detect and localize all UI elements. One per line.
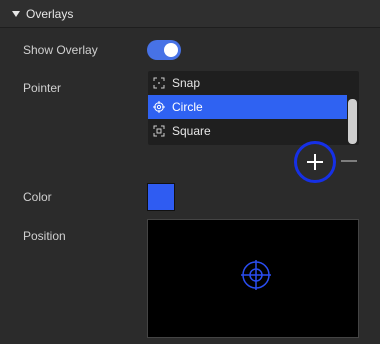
minus-icon[interactable] [340, 152, 358, 170]
plus-icon [307, 154, 323, 170]
collapse-triangle-icon[interactable] [12, 10, 20, 17]
position-pad[interactable] [147, 219, 359, 338]
show-overlay-toggle[interactable] [147, 40, 181, 60]
color-label: Color [23, 190, 52, 204]
show-overlay-label: Show Overlay [23, 43, 98, 57]
square-target-icon [153, 125, 165, 137]
pointer-option-circle[interactable]: Circle [148, 95, 347, 119]
section-title: Overlays [26, 6, 74, 21]
crosshair-circle-icon [153, 101, 165, 113]
snap-icon [153, 77, 165, 89]
pointer-option-square[interactable]: Square [148, 119, 347, 143]
pointer-list[interactable]: Snap Circle Square [148, 71, 359, 145]
pointer-option-snap[interactable]: Snap [148, 71, 347, 95]
overlays-section-header[interactable]: Overlays [0, 0, 380, 28]
position-label: Position [23, 229, 66, 243]
pointer-option-label: Square [172, 124, 211, 138]
color-swatch[interactable] [147, 183, 175, 211]
pointer-label: Pointer [23, 81, 62, 95]
pointer-option-label: Snap [172, 76, 201, 90]
add-pointer-button[interactable] [294, 141, 336, 183]
pointer-option-label: Circle [172, 100, 203, 114]
crosshair-marker-icon[interactable] [241, 260, 271, 290]
pointer-list-scrollbar[interactable] [348, 99, 357, 144]
toggle-knob [164, 43, 178, 57]
